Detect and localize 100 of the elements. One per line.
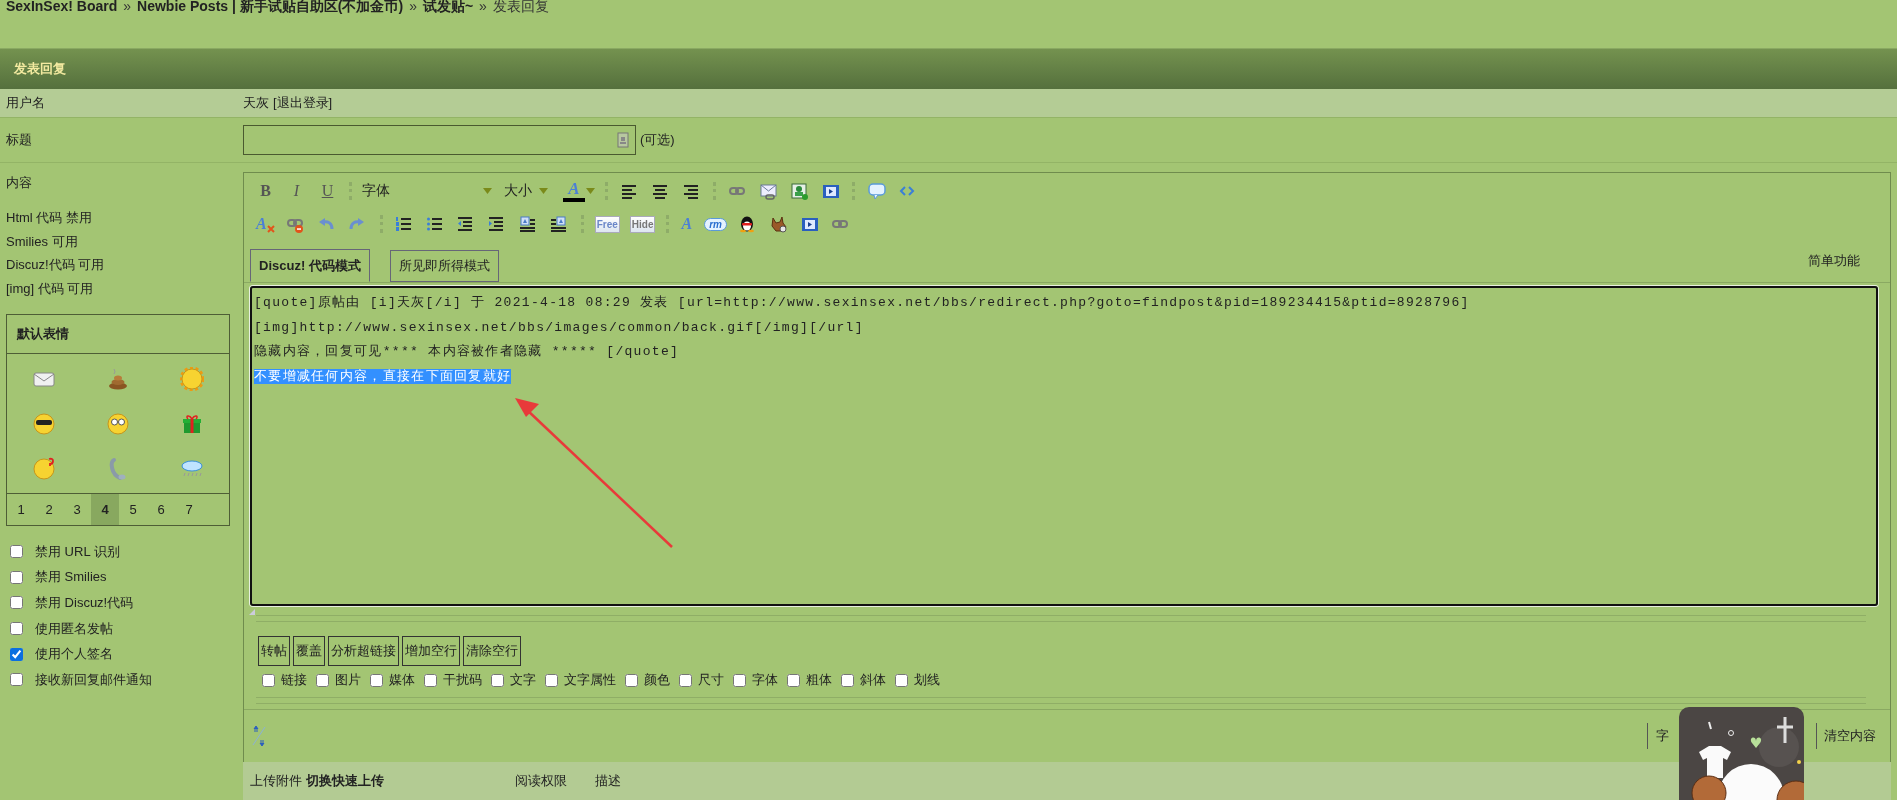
option-label: 文字 xyxy=(510,671,536,689)
option-label: 禁用 URL 识别 xyxy=(35,542,120,561)
sunglasses-smiley-icon[interactable] xyxy=(32,411,56,436)
breadcrumb-separator: » xyxy=(409,0,417,12)
option-label: 粗体 xyxy=(806,671,832,689)
cross-icon xyxy=(266,225,275,233)
option-label: 禁用 Discuz!代码 xyxy=(35,594,134,612)
editor-tab[interactable]: Discuz! 代码模式 xyxy=(250,249,370,282)
checkbox[interactable] xyxy=(787,673,800,687)
clear-content-link[interactable]: 清空内容 xyxy=(1824,727,1876,745)
option-label: 干扰码 xyxy=(443,671,482,689)
checkbox[interactable] xyxy=(491,673,504,687)
film-play-icon[interactable] xyxy=(801,215,820,233)
breadcrumb-separator: » xyxy=(479,0,487,12)
field-label: 用户名 xyxy=(6,94,45,112)
section-header: 发表回复 xyxy=(0,48,1897,89)
field-label: 内容 xyxy=(6,174,33,192)
envelope-link-icon[interactable] xyxy=(759,182,778,200)
bold-button[interactable]: B xyxy=(250,182,281,200)
donkey-icon[interactable] xyxy=(770,215,789,233)
checkbox[interactable] xyxy=(316,673,329,687)
tool-button[interactable]: 覆盖 xyxy=(293,636,325,666)
numbered-list-icon[interactable] xyxy=(395,215,414,233)
float-left-icon[interactable] xyxy=(519,215,538,233)
resize-grip-icon[interactable] xyxy=(249,609,255,615)
expand-collapse-icon[interactable] xyxy=(252,724,266,748)
float-right-icon[interactable] xyxy=(550,215,569,233)
tool-button[interactable]: 转帖 xyxy=(258,636,290,666)
option-label: 禁用 Smilies xyxy=(35,568,107,587)
speech-bubble-icon[interactable] xyxy=(867,182,886,200)
checkbox[interactable] xyxy=(10,622,23,636)
align-right-icon[interactable] xyxy=(682,182,701,200)
align-center-icon[interactable] xyxy=(651,182,670,200)
message-textarea[interactable] xyxy=(250,286,1878,606)
font-dropdown[interactable]: 字体 xyxy=(358,182,492,200)
selected-text: 不要增减任何内容，直接在下面回复就好 xyxy=(254,368,512,384)
upload-label: 上传附件 xyxy=(250,772,302,790)
editor-tab[interactable]: 所见即所得模式 xyxy=(389,250,499,282)
page-link[interactable]: 6 xyxy=(147,494,175,525)
checkbox[interactable] xyxy=(895,673,908,687)
checkbox[interactable] xyxy=(370,673,383,687)
checkbox[interactable] xyxy=(10,570,23,584)
option-label: 尺寸 xyxy=(698,671,724,689)
caret-icon xyxy=(586,188,595,194)
checkbox[interactable] xyxy=(679,673,692,687)
column-header: 描述 xyxy=(595,772,621,790)
underline-button[interactable]: U xyxy=(312,182,343,200)
breadcrumb-link[interactable]: SexInSex! Board xyxy=(6,0,118,12)
option-label: 媒体 xyxy=(389,671,415,689)
optional-hint: (可选) xyxy=(640,131,675,149)
rm-button[interactable]: rm xyxy=(704,217,727,231)
size-dropdown[interactable]: 大小 xyxy=(500,182,548,200)
tool-button[interactable]: 分析超链接 xyxy=(328,636,399,666)
option-label: 字体 xyxy=(752,671,778,689)
page-link[interactable]: 5 xyxy=(119,494,147,525)
bullet-list-icon[interactable] xyxy=(426,215,445,233)
quick-upload-link[interactable]: 切换快速上传 xyxy=(306,773,384,788)
option-label: 图片 xyxy=(335,671,361,689)
permission-text: Smilies 可用 xyxy=(6,232,79,251)
image-icon[interactable] xyxy=(790,182,809,200)
checkbox[interactable] xyxy=(625,673,638,687)
checkbox[interactable] xyxy=(545,673,558,687)
page-link[interactable]: 2 xyxy=(35,494,63,525)
page-link[interactable]: 1 xyxy=(7,494,35,525)
checkbox[interactable] xyxy=(424,673,437,687)
confused-smiley-icon[interactable] xyxy=(32,456,56,481)
page-link[interactable]: 7 xyxy=(175,494,203,525)
breadcrumb-current: 发表回复 xyxy=(492,0,549,12)
caret-icon xyxy=(539,188,548,194)
simple-mode-link[interactable]: 简单功能 xyxy=(1808,252,1860,270)
word-count-label: 字 xyxy=(1656,727,1669,745)
document-icon xyxy=(617,132,629,148)
option-label: 接收新回复邮件通知 xyxy=(35,670,152,689)
page-link[interactable]: 4 xyxy=(91,494,119,525)
tool-button[interactable]: 清除空行 xyxy=(463,636,521,666)
align-left-icon[interactable] xyxy=(620,182,639,200)
dung-icon[interactable] xyxy=(106,366,130,391)
checkbox[interactable] xyxy=(841,673,854,687)
option-label: 颜色 xyxy=(644,671,670,689)
checkbox[interactable] xyxy=(10,545,23,559)
text-line: 隐藏内容，回复可见**** 本内容被作者隐藏 ***** [/quote] xyxy=(254,344,680,360)
checkbox[interactable] xyxy=(10,673,23,687)
option-label: 使用个人签名 xyxy=(35,645,113,664)
subject-field[interactable] xyxy=(243,125,636,155)
film-play-icon[interactable] xyxy=(821,182,840,200)
logout-link[interactable]: [退出登录] xyxy=(273,94,333,112)
surprised-smiley-icon[interactable] xyxy=(106,411,130,436)
breadcrumb-link[interactable]: 试发贴~ xyxy=(422,0,474,12)
checkbox[interactable] xyxy=(733,673,746,687)
permission-text: Html 代码 禁用 xyxy=(6,209,93,227)
caret-icon xyxy=(483,188,492,194)
hide-button[interactable]: Hide xyxy=(629,215,656,233)
italic-button[interactable]: I xyxy=(281,182,312,200)
permission-text: Discuz!代码 可用 xyxy=(6,256,106,274)
checkbox[interactable] xyxy=(262,673,275,687)
text-line: [quote]原帖由 [i]天灰[/i] 于 2021-4-18 08:29 发表 [url=http://www.sexinsex.net/bbs/redirect.php?goto=findpost&pid=189234415&ptid=8928796] xyxy=(254,295,1470,310)
checkbox[interactable] xyxy=(10,647,23,661)
page-link[interactable]: 3 xyxy=(63,494,91,525)
tool-button[interactable]: 增加空行 xyxy=(402,636,460,666)
checkbox[interactable] xyxy=(10,596,23,610)
